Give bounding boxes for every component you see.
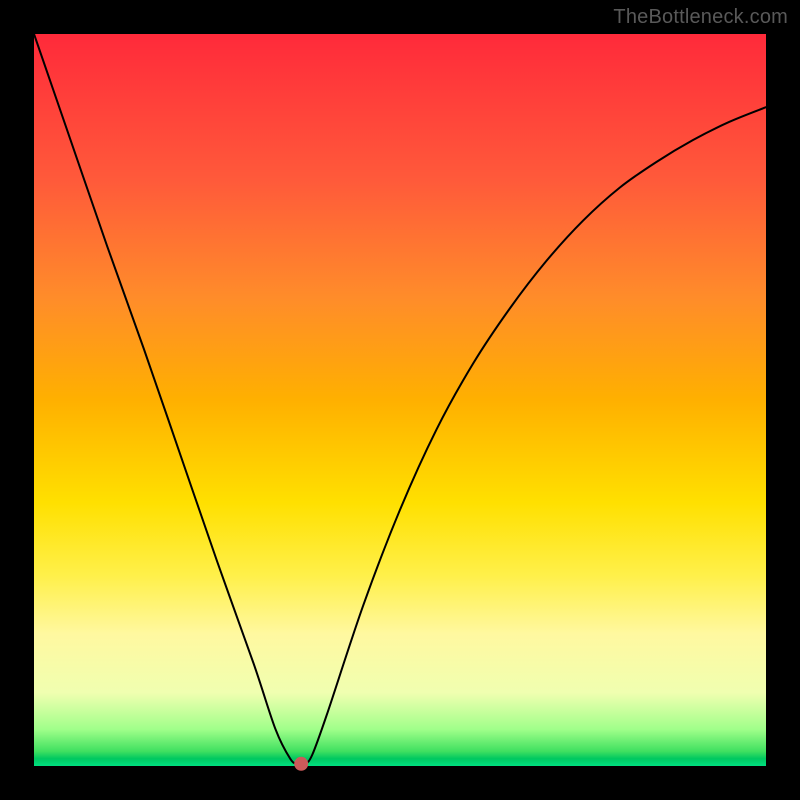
watermark-text: TheBottleneck.com (613, 6, 788, 29)
plot-area (34, 34, 766, 766)
marker-group (294, 757, 308, 771)
optimal-point-marker (294, 757, 308, 771)
bottleneck-curve-path (34, 34, 766, 765)
curve-group (34, 34, 766, 765)
chart-frame: TheBottleneck.com (0, 0, 800, 800)
chart-svg (34, 34, 766, 766)
